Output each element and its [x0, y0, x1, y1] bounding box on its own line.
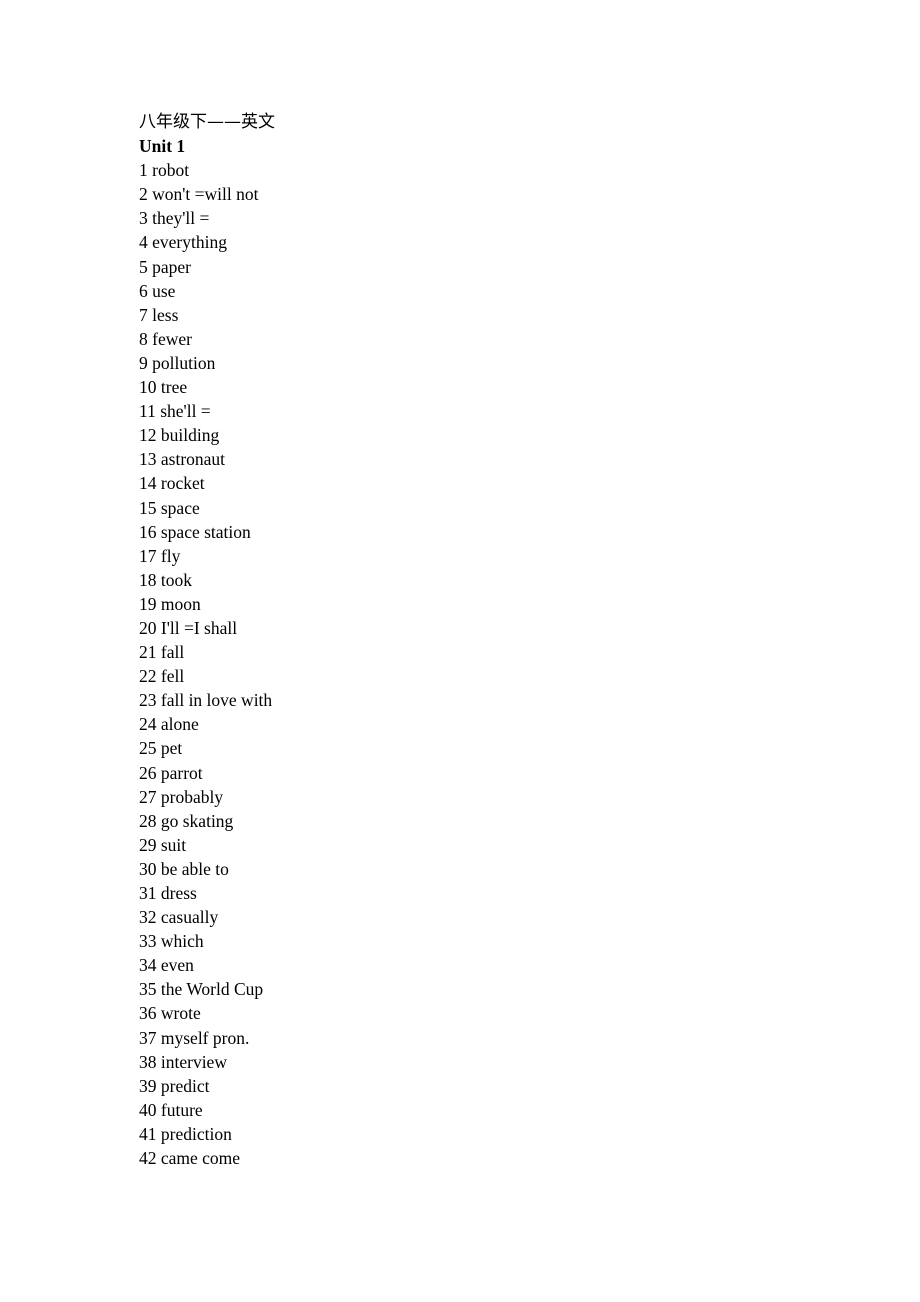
- vocabulary-item: 5 paper: [139, 256, 191, 277]
- vocabulary-item: 17 fly: [139, 545, 181, 566]
- vocabulary-item: 41 prediction: [139, 1123, 232, 1144]
- vocabulary-item: 3 they'll =: [139, 208, 210, 229]
- vocabulary-item: 29 suit: [139, 834, 187, 855]
- vocabulary-item: 42 came come: [139, 1148, 241, 1169]
- vocabulary-item: 15 space: [139, 497, 200, 518]
- vocabulary-item: 1 robot: [139, 160, 190, 181]
- vocabulary-item: 35 the World Cup: [139, 979, 264, 1000]
- vocabulary-item: 10 tree: [139, 377, 188, 398]
- vocabulary-item: 36 wrote: [139, 1003, 201, 1024]
- vocabulary-item: 16 space station: [139, 521, 251, 542]
- vocabulary-item: 18 took: [139, 569, 192, 590]
- vocabulary-item: 38 interview: [139, 1051, 227, 1072]
- vocabulary-item: 14 rocket: [139, 473, 205, 494]
- vocabulary-item: 6 use: [139, 280, 176, 301]
- vocabulary-item: 28 go skating: [139, 810, 234, 831]
- vocabulary-item: 33 which: [139, 931, 204, 952]
- vocabulary-item: 26 parrot: [139, 762, 203, 783]
- vocabulary-item: 9 pollution: [139, 352, 216, 373]
- vocabulary-item: 4 everything: [139, 232, 227, 253]
- unit-heading: Unit 1: [139, 136, 186, 157]
- vocabulary-item: 24 alone: [139, 714, 199, 735]
- vocabulary-item: 22 fell: [139, 666, 185, 687]
- vocabulary-item: 32 casually: [139, 907, 219, 928]
- vocabulary-item: 37 myself pron.: [139, 1027, 250, 1048]
- vocabulary-item: 13 astronaut: [139, 449, 226, 470]
- vocabulary-item: 20 I'll =I shall: [139, 617, 238, 638]
- vocabulary-item: 34 even: [139, 955, 194, 976]
- vocabulary-item: 39 predict: [139, 1075, 210, 1096]
- vocabulary-item: 2 won't =will not: [139, 184, 259, 205]
- vocabulary-item: 30 be able to: [139, 858, 229, 879]
- vocabulary-item: 27 probably: [139, 786, 224, 807]
- vocabulary-item: 31 dress: [139, 883, 197, 903]
- vocabulary-item: 23 fall in love with: [139, 690, 273, 711]
- vocabulary-item: 19 moon: [139, 593, 201, 614]
- vocabulary-list: 1 robot 2 won't =will not 3 they'll = 4 eve…: [139, 158, 275, 1170]
- document-title: 八年级下——英文: [139, 112, 275, 132]
- vocabulary-item: 8 fewer: [139, 328, 192, 349]
- vocabulary-item: 12 building: [139, 425, 220, 446]
- vocabulary-item: 40 future: [139, 1099, 203, 1120]
- vocabulary-item: 11 she'll =: [139, 401, 211, 422]
- vocabulary-item: 25 pet: [139, 738, 183, 759]
- vocabulary-item: 7 less: [139, 304, 179, 325]
- vocabulary-item: 21 fall: [139, 642, 185, 663]
- document-page: 八年级下——英文 Unit 1 1 robot 2 won't =will not…: [139, 110, 275, 1170]
